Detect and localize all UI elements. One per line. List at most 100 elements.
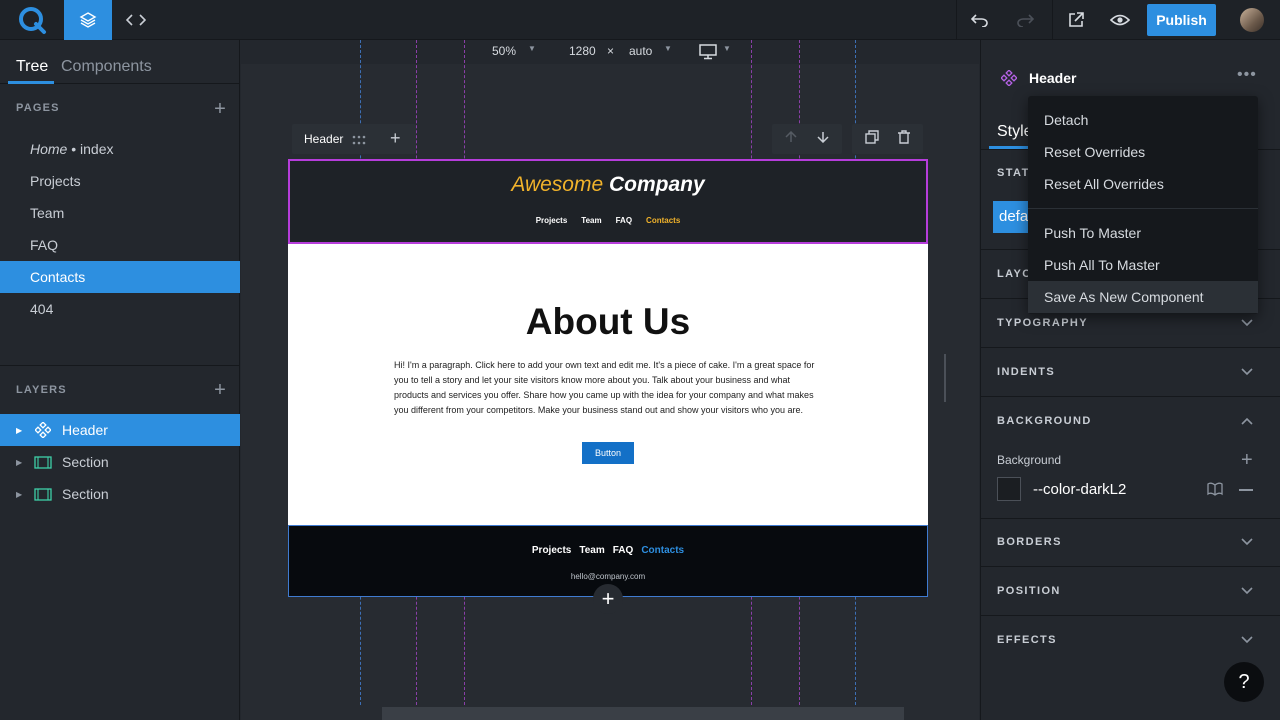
panel-divider (981, 615, 1280, 616)
remove-background-icon[interactable] (1239, 489, 1253, 491)
more-icon[interactable]: ••• (1237, 66, 1257, 84)
menu-item-detach[interactable]: Detach (1028, 104, 1258, 136)
header-nav-projects[interactable]: Projects (536, 216, 568, 225)
menu-separator (1028, 208, 1258, 209)
background-value[interactable]: --color-darkL2 (1033, 481, 1126, 498)
move-actions (772, 124, 842, 154)
page-item-home[interactable]: Home • index (0, 133, 240, 165)
page-suffix: • index (67, 141, 114, 157)
section-indents[interactable]: INDENTS (997, 366, 1055, 378)
about-title[interactable]: About Us (288, 301, 928, 343)
desktop-icon[interactable] (698, 44, 720, 65)
caret-right-icon[interactable]: ▶ (16, 458, 24, 467)
header-nav-contacts[interactable]: Contacts (646, 216, 680, 225)
page-item-team[interactable]: Team (0, 197, 240, 229)
add-background-icon[interactable]: + (1241, 449, 1253, 472)
layer-item-header[interactable]: ▶ Header (0, 414, 240, 446)
state-default-chip[interactable]: defa (993, 201, 1033, 233)
section-effects[interactable]: EFFECTS (997, 634, 1057, 646)
zoom-select[interactable]: 50% (492, 44, 516, 58)
page-item-faq[interactable]: FAQ (0, 229, 240, 261)
menu-item-reset-overrides[interactable]: Reset Overrides (1028, 136, 1258, 168)
page-item-projects[interactable]: Projects (0, 165, 240, 197)
preview-button[interactable] (1098, 0, 1142, 40)
arrow-up-icon[interactable] (785, 130, 797, 148)
help-button[interactable]: ? (1224, 662, 1264, 702)
section-typography[interactable]: TYPOGRAPHY (997, 317, 1088, 329)
footer-nav-team[interactable]: Team (579, 545, 604, 556)
section-position[interactable]: POSITION (997, 585, 1061, 597)
section-borders[interactable]: BORDERS (997, 536, 1062, 548)
site-brand[interactable]: Awesome Company (290, 173, 926, 197)
footer-nav-faq[interactable]: FAQ (613, 545, 634, 556)
top-bar: Publish (0, 0, 1280, 40)
tab-underline (8, 81, 54, 84)
undo-button[interactable] (956, 0, 1002, 40)
panel-divider (0, 365, 240, 366)
trash-icon[interactable] (897, 129, 911, 149)
page-item-contacts[interactable]: Contacts (0, 261, 240, 293)
open-external-button[interactable] (1052, 0, 1098, 40)
tab-components[interactable]: Components (61, 58, 152, 76)
undo-icon (970, 14, 988, 27)
brand-part-b: Company (608, 173, 705, 196)
chevron-down-icon[interactable]: ▼ (664, 44, 672, 53)
footer-nav-contacts[interactable]: Contacts (641, 545, 684, 556)
page-label: Home (30, 141, 68, 157)
resize-handle[interactable] (944, 354, 946, 402)
menu-item-reset-all-overrides[interactable]: Reset All Overrides (1028, 168, 1258, 200)
publish-button[interactable]: Publish (1147, 4, 1216, 36)
chevron-down-icon[interactable] (1240, 535, 1254, 549)
book-icon[interactable] (1207, 482, 1223, 501)
site-header[interactable]: Awesome Company Projects Team FAQ Contacts (288, 159, 928, 244)
chevron-down-icon[interactable] (1240, 633, 1254, 647)
color-swatch[interactable] (997, 477, 1021, 501)
header-nav-faq[interactable]: FAQ (616, 216, 632, 225)
layer-item-section[interactable]: ▶ Section (0, 446, 240, 478)
caret-right-icon[interactable]: ▶ (16, 490, 24, 499)
times-sign: × (607, 44, 615, 58)
caret-right-icon[interactable]: ▶ (16, 426, 24, 435)
add-page-icon[interactable]: + (212, 99, 228, 119)
add-element-icon[interactable]: + (390, 128, 401, 149)
canvas[interactable]: 50% ▼ 1280 × auto ▼ ▼ Header + Awesome C… (241, 40, 979, 720)
left-panel-tabs: Tree Components (0, 40, 239, 84)
add-layer-icon[interactable]: + (212, 380, 228, 400)
menu-item-push-to-master[interactable]: Push To Master (1028, 217, 1258, 249)
horizontal-scrollbar[interactable] (382, 707, 904, 720)
chevron-up-icon[interactable] (1240, 414, 1254, 428)
drag-handle-icon[interactable] (352, 132, 366, 150)
component-icon (1000, 69, 1018, 91)
chevron-down-icon[interactable] (1240, 584, 1254, 598)
section-icon (34, 487, 52, 501)
footer-email[interactable]: hello@company.com (289, 572, 927, 581)
duplicate-icon[interactable] (865, 129, 879, 149)
component-context-menu: Detach Reset Overrides Reset All Overrid… (1028, 96, 1258, 314)
menu-item-save-as-new-component[interactable]: Save As New Component (1028, 281, 1258, 313)
site-preview[interactable]: Awesome Company Projects Team FAQ Contacts … (288, 159, 928, 597)
page-item-404[interactable]: 404 (0, 293, 240, 325)
add-section-icon[interactable]: + (593, 584, 623, 614)
panel-divider (981, 347, 1280, 348)
avatar[interactable] (1240, 8, 1264, 32)
arrow-down-icon[interactable] (817, 130, 829, 148)
menu-item-push-all-to-master[interactable]: Push All To Master (1028, 249, 1258, 281)
layer-label: Section (62, 486, 109, 502)
site-button[interactable]: Button (582, 442, 634, 464)
chevron-down-icon[interactable] (1240, 316, 1254, 330)
q-logo-icon[interactable] (0, 0, 64, 40)
chevron-down-icon[interactable]: ▼ (723, 44, 731, 53)
chevron-down-icon[interactable]: ▼ (528, 44, 536, 53)
width-input[interactable]: 1280 (569, 44, 596, 58)
redo-button[interactable] (1002, 0, 1048, 40)
height-input[interactable]: auto (629, 44, 652, 58)
layers-button[interactable] (64, 0, 112, 40)
about-paragraph[interactable]: Hi! I'm a paragraph. Click here to add y… (394, 358, 824, 418)
header-nav-team[interactable]: Team (581, 216, 601, 225)
chevron-down-icon[interactable] (1240, 365, 1254, 379)
tab-tree[interactable]: Tree (16, 58, 48, 76)
footer-nav-projects[interactable]: Projects (532, 545, 571, 556)
code-button[interactable] (112, 0, 160, 40)
layer-item-section[interactable]: ▶ Section (0, 478, 240, 510)
section-background[interactable]: BACKGROUND (997, 415, 1092, 427)
